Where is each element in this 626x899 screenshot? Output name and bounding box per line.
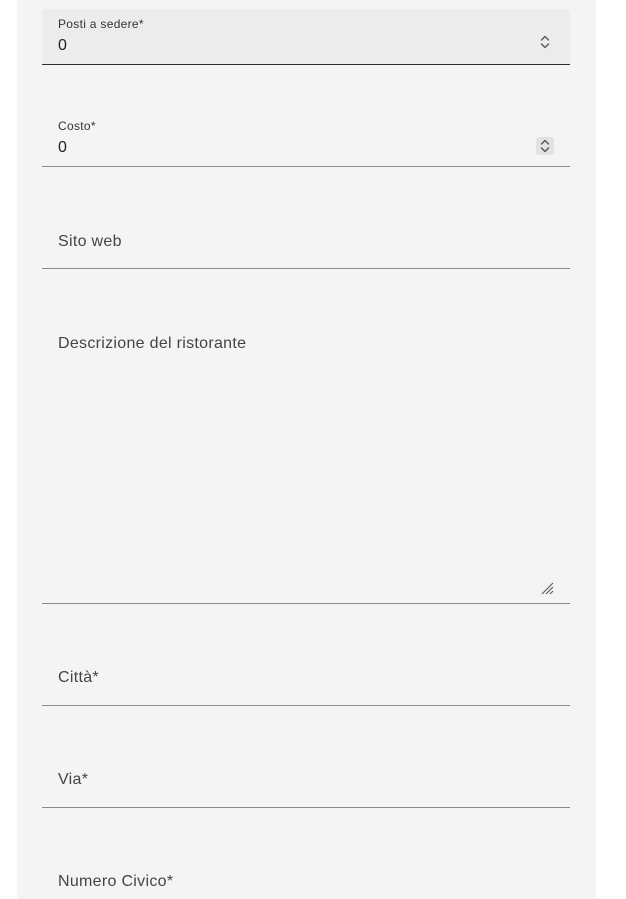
description-textarea[interactable]: Descrizione del ristorante: [58, 335, 246, 353]
street-input[interactable]: Via*: [58, 771, 88, 789]
seats-input[interactable]: 0: [58, 37, 67, 55]
website-field[interactable]: Sito web: [42, 213, 570, 269]
city-field[interactable]: Città*: [42, 650, 570, 706]
resize-handle-icon[interactable]: [540, 581, 554, 595]
cost-field[interactable]: Costo* 0: [42, 111, 570, 167]
street-number-input[interactable]: Numero Civico*: [58, 873, 173, 891]
resize-grip-icon: [541, 582, 554, 595]
page: Posti a sedere* 0 Costo* 0 Sito web Desc…: [0, 0, 626, 899]
seats-spinner-icon[interactable]: [536, 33, 554, 51]
description-field[interactable]: Descrizione del ristorante: [42, 317, 570, 604]
website-input[interactable]: Sito web: [58, 233, 122, 251]
city-input[interactable]: Città*: [58, 669, 99, 687]
cost-spinner-icon[interactable]: [536, 137, 554, 155]
chevron-up-down-icon: [540, 139, 550, 153]
street-number-field[interactable]: Numero Civico*: [42, 854, 570, 899]
seats-label: Posti a sedere*: [58, 17, 144, 31]
cost-label: Costo*: [58, 119, 96, 133]
seats-field[interactable]: Posti a sedere* 0: [42, 9, 570, 65]
street-field[interactable]: Via*: [42, 752, 570, 808]
chevron-up-down-icon: [540, 35, 550, 49]
cost-input[interactable]: 0: [58, 139, 67, 157]
